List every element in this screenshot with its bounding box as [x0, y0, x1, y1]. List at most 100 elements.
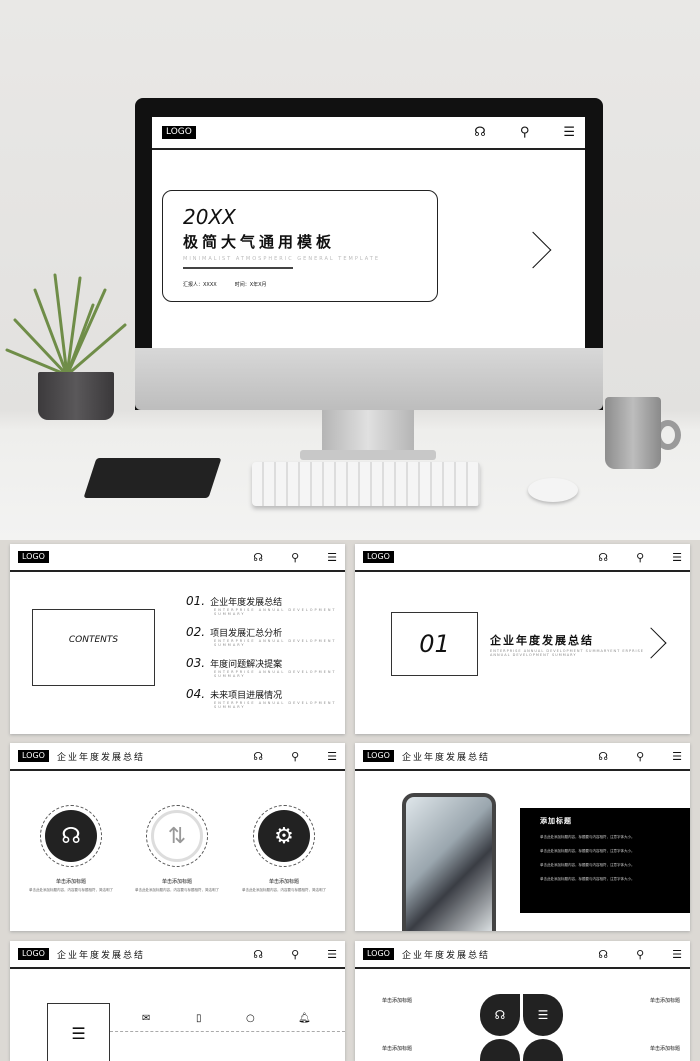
panel-text: 单击此处添加标题内容，标题要与内容相符，注意字体大小。: [540, 877, 635, 881]
panel-title: 添加标题: [540, 817, 572, 825]
plant-illustration: [5, 273, 127, 377]
feature-title: 单击添加标题: [161, 879, 192, 885]
slide-title: 企业年度发展总结: [401, 752, 490, 763]
headset-icon[interactable]: ☊: [474, 125, 486, 140]
phone-icon: ▯: [196, 1013, 202, 1024]
gear-circle: ⚙: [253, 805, 315, 867]
toc-en: ENTERPRISE ANNUAL DEVELOPMENT SUMMARY: [214, 639, 337, 647]
transfer-arrows-icon: ⇅: [151, 810, 203, 862]
slide-header: LOGO ☊ ⚲ ☰: [152, 117, 585, 150]
list-icon: ☰: [71, 1024, 86, 1043]
toc-num: 02.: [186, 625, 206, 639]
petal: [523, 1039, 563, 1061]
menu-icon: ☰: [327, 550, 337, 564]
feature-title: 单击添加标题: [649, 1046, 680, 1052]
logo: LOGO: [162, 126, 196, 139]
feature-title: 单击添加标题: [268, 879, 299, 885]
feature-caption: 单击添加标题单击此处添加标题内容，内容要与标题相符，简洁明了: [26, 878, 116, 893]
notebook: [83, 458, 222, 498]
thumbnail-petals[interactable]: LOGO 企业年度发展总结 ☊ ⚲ ☰ 单击添加标题 单击添加标题 单击添加标题 单击…: [355, 941, 690, 1061]
thumbnail-phone[interactable]: LOGO 企业年度发展总结 ☊ ⚲ ☰ 添加标题 单击此处添加标题内容，标题要与内容相…: [355, 743, 690, 931]
mail-icon: ✉: [142, 1013, 151, 1024]
gear-icon: ⚙: [258, 810, 310, 862]
title-card: 20XX 极简大气通用模板 MINIMALIST ATMOSPHERIC GEN…: [162, 190, 438, 302]
toc-item[interactable]: 01. 企业年度发展总结 ENTERPRISE ANNUAL DEVELOPMENT…: [186, 594, 345, 616]
toc-label: 项目发展汇总分析: [210, 629, 283, 639]
feature-text: 单击此处添加标题内容，内容要与标题相符，简洁明了: [135, 888, 219, 892]
menu-icon: ☰: [327, 947, 337, 961]
toc-num: 03.: [186, 656, 206, 670]
phone-photo: [402, 793, 496, 931]
contents-box: CONTENTS: [32, 609, 155, 686]
feature-text: 单击此处添加标题内容，内容要与标题相符，简洁明了: [29, 888, 113, 892]
menu-icon[interactable]: ☰: [563, 125, 575, 140]
feature-title: 单击添加标题: [382, 1046, 413, 1052]
logo: LOGO: [18, 551, 49, 563]
divider: [183, 267, 293, 269]
headset-icon: ☊: [253, 749, 264, 763]
toc-en: ENTERPRISE ANNUAL DEVELOPMENT SUMMARY: [214, 670, 337, 678]
timeline-line: [110, 1031, 345, 1032]
bell-icon: 🔔︎: [298, 1013, 311, 1024]
logo: LOGO: [18, 750, 49, 762]
toc-item[interactable]: 03. 年度问题解决提案 ENTERPRISE ANNUAL DEVELOPMENT…: [186, 656, 345, 678]
panel-text: 单击此处添加标题内容，标题要与内容相符，注意字体大小。: [540, 863, 635, 867]
toc-item[interactable]: 04. 未来项目进展情况 ENTERPRISE ANNUAL DEVELOPMENT…: [186, 687, 345, 709]
monitor-chin: [135, 348, 603, 410]
hero-title: 极简大气通用模板: [183, 233, 336, 251]
contents-title: CONTENTS: [68, 635, 119, 645]
logo: LOGO: [363, 750, 394, 762]
headset-icon: ☊: [253, 947, 264, 961]
thumbnail-icons[interactable]: LOGO 企业年度发展总结 ☊ ⚲ ☰ ☊ ⇅ ⚙ 单击添加标题 单击此处添加标题内容，…: [10, 743, 345, 931]
feature-title: 单击添加标题: [649, 998, 680, 1004]
circle-icon: ○: [246, 1013, 255, 1024]
menu-icon: ☰: [327, 749, 337, 763]
time: 时间：X年X月: [234, 281, 267, 288]
toc-en: ENTERPRISE ANNUAL DEVELOPMENT SUMMARY: [214, 701, 337, 709]
hero-subtitle: MINIMALIST ATMOSPHERIC GENERAL TEMPLATE: [183, 256, 380, 262]
toc-item[interactable]: 02. 项目发展汇总分析 ENTERPRISE ANNUAL DEVELOPMENT…: [186, 625, 345, 647]
section-number-box: 01: [391, 612, 478, 676]
headset-icon: ☊: [253, 550, 264, 564]
monitor-stand: [322, 410, 414, 455]
feature-title: 单击添加标题: [55, 879, 86, 885]
logo: LOGO: [363, 948, 394, 960]
thumbnail-contents[interactable]: LOGO ☊ ⚲ ☰ CONTENTS 01. 企业年度发展总结 ENTERPRISE …: [10, 544, 345, 734]
thumbnail-timeline[interactable]: LOGO 企业年度发展总结 ☊ ⚲ ☰ ☰ ✉ ▯ ○ 🔔︎: [10, 941, 345, 1061]
headset-icon: ☊: [598, 749, 609, 763]
mug: [605, 397, 661, 469]
transfer-circle: ⇅: [146, 805, 208, 867]
search-icon: ⚲: [636, 947, 645, 961]
section-title: 企业年度发展总结: [490, 634, 594, 647]
search-icon: ⚲: [291, 550, 300, 564]
toc-label: 年度问题解决提案: [210, 660, 283, 670]
list-box: ☰: [47, 1003, 110, 1061]
desk-scene: LOGO ☊ ⚲ ☰ 20XX 极简大气通用模板 MINIMALIST ATMO…: [0, 0, 700, 540]
menu-icon: ☰: [672, 947, 682, 961]
search-icon: ⚲: [636, 550, 645, 564]
panel-text: 单击此处添加标题内容，标题要与内容相符，注意字体大小。: [540, 849, 635, 853]
mouse: [528, 478, 578, 502]
feature-caption: 单击添加标题单击此处添加标题内容，内容要与标题相符，简洁明了: [132, 878, 222, 893]
thumbnail-section[interactable]: LOGO ☊ ⚲ ☰ 01 企业年度发展总结 ENTERPRISE ANNUAL D…: [355, 544, 690, 734]
chevron-right-icon[interactable]: [514, 231, 552, 269]
year: 20XX: [183, 205, 236, 229]
section-en: ENTERPRISE ANNUAL DEVELOPMENT SUMMARYENT…: [490, 649, 644, 657]
search-icon: ⚲: [291, 947, 300, 961]
headset-petal: ☊: [480, 994, 520, 1036]
search-icon: ⚲: [636, 749, 645, 763]
feature-title: 单击添加标题: [382, 998, 413, 1004]
reporter: 汇报人：XXXX: [183, 281, 217, 288]
section-number: 01: [419, 630, 450, 658]
hero-slide: LOGO ☊ ⚲ ☰ 20XX 极简大气通用模板 MINIMALIST ATMO…: [152, 117, 585, 348]
panel-text: 单击此处添加标题内容，标题要与内容相符，注意字体大小。: [540, 835, 635, 839]
headset-circle: ☊: [40, 805, 102, 867]
keyboard: [252, 462, 480, 506]
petal: [480, 1039, 520, 1061]
list-petal: ☰: [523, 994, 563, 1036]
search-icon[interactable]: ⚲: [520, 125, 530, 140]
headset-icon: ☊: [598, 947, 609, 961]
plant-pot: [38, 372, 114, 420]
logo: LOGO: [363, 551, 394, 563]
slide-title: 企业年度发展总结: [401, 950, 490, 961]
